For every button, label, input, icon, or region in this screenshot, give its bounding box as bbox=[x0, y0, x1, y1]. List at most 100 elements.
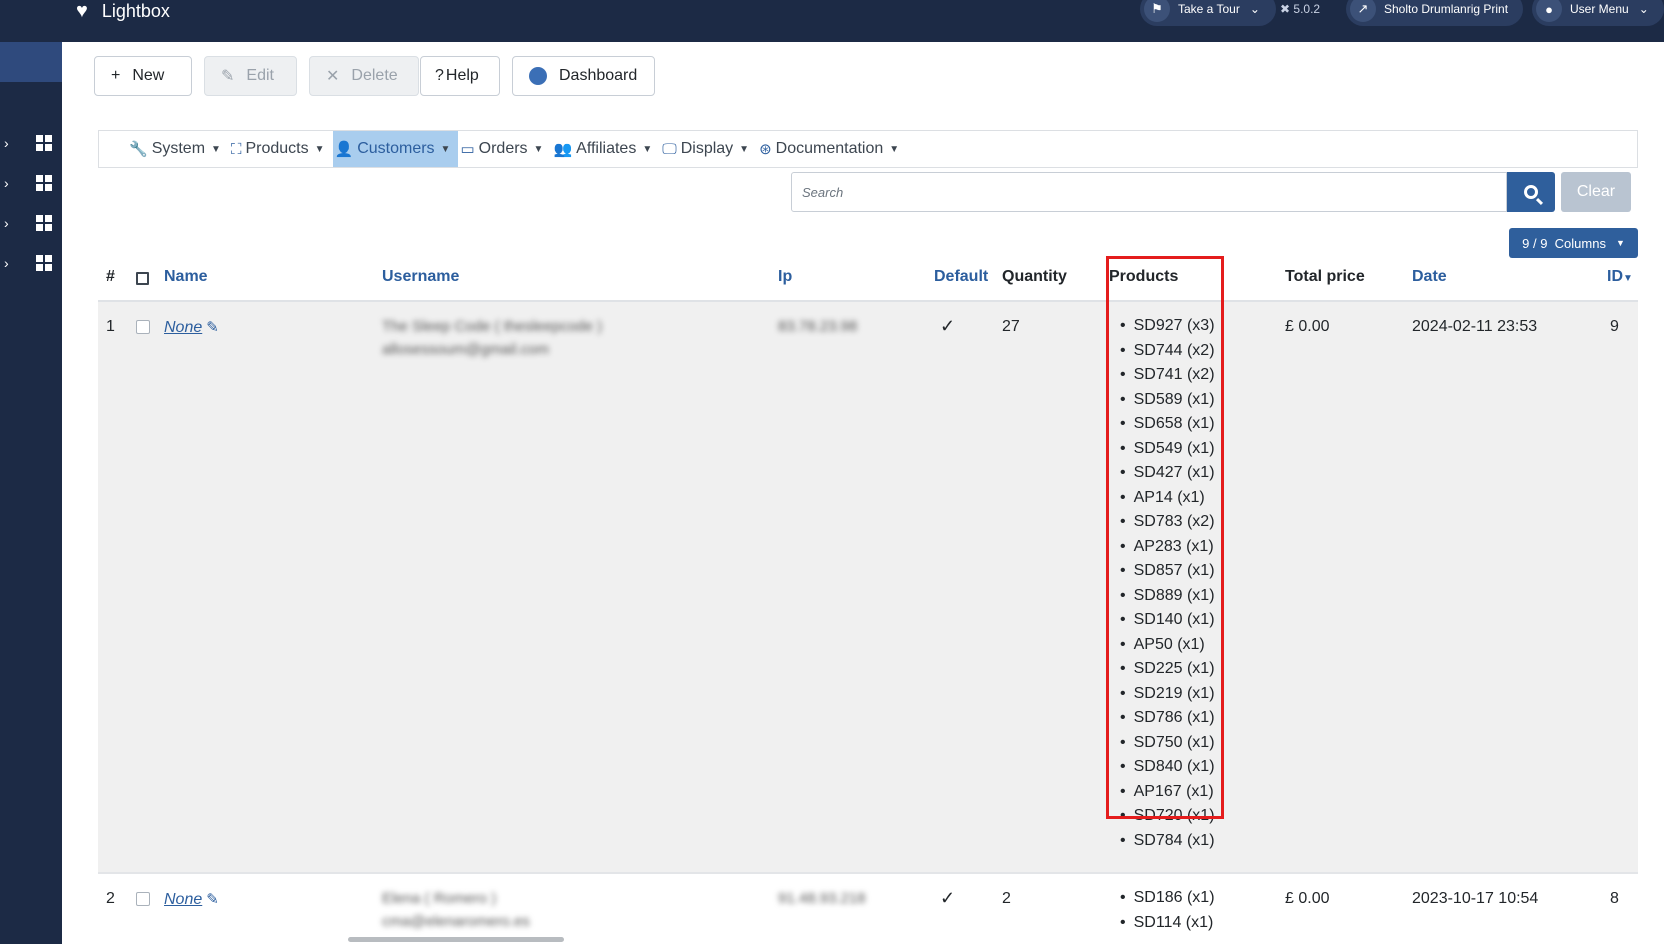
pencil-icon[interactable]: ✎ bbox=[206, 891, 219, 908]
signpost-icon: ⚑ bbox=[1144, 0, 1170, 22]
col-header-username[interactable]: Username bbox=[382, 268, 459, 286]
dashboard-grid-icon bbox=[36, 215, 52, 231]
user-circle-icon: ● bbox=[1536, 0, 1562, 22]
times-icon: ✕ bbox=[326, 68, 340, 85]
row-total-price: £ 0.00 bbox=[1285, 890, 1330, 907]
row-ip: 91.48.93.218 bbox=[778, 890, 866, 907]
row-total-price: £ 0.00 bbox=[1285, 318, 1330, 335]
chevron-right-icon: › bbox=[4, 215, 9, 231]
col-header-name[interactable]: Name bbox=[164, 268, 208, 286]
menu-orders-label: Orders bbox=[478, 140, 528, 157]
caret-down-icon: ▼ bbox=[314, 143, 325, 155]
site-link-button[interactable]: ↗ Sholto Drumlanrig Print bbox=[1346, 0, 1523, 26]
help-button[interactable]: ? Help bbox=[420, 56, 500, 96]
select-all-checkbox[interactable] bbox=[136, 272, 149, 285]
row-checkbox[interactable] bbox=[136, 892, 150, 906]
chevron-right-icon: › bbox=[4, 255, 9, 271]
users-icon: 👥 bbox=[553, 141, 573, 158]
take-a-tour-label: Take a Tour bbox=[1178, 2, 1240, 16]
menu-system-label: System bbox=[151, 140, 206, 157]
dashboard-label: Dashboard bbox=[559, 67, 638, 84]
col-header-ip[interactable]: Ip bbox=[778, 268, 792, 286]
cubes-icon: ⛶ bbox=[230, 140, 242, 158]
sidebar-item[interactable]: › bbox=[0, 248, 62, 278]
col-header-id[interactable]: ID▼ bbox=[1607, 268, 1633, 286]
col-header-date[interactable]: Date bbox=[1412, 268, 1447, 286]
take-a-tour-button[interactable]: ⚑ Take a Tour ⌄ bbox=[1140, 0, 1276, 26]
sort-desc-icon: ▼ bbox=[1623, 273, 1633, 284]
pencil-icon[interactable]: ✎ bbox=[206, 319, 219, 336]
new-button[interactable]: + New bbox=[94, 56, 192, 96]
user-menu-button[interactable]: ● User Menu ⌄ bbox=[1532, 0, 1664, 26]
menu-customers[interactable]: 👤 Customers ▼ bbox=[332, 131, 459, 167]
columns-button[interactable]: 9 / 9 Columns ▼ bbox=[1509, 228, 1638, 258]
menu-affiliates[interactable]: 👥 Affiliates ▼ bbox=[551, 131, 660, 167]
row-name[interactable]: None ✎ bbox=[164, 318, 219, 337]
edit-button[interactable]: ✎ Edit bbox=[204, 56, 297, 96]
new-label: New bbox=[132, 67, 165, 84]
horizontal-scrollbar[interactable] bbox=[348, 937, 564, 942]
search-placeholder: Search bbox=[802, 184, 844, 200]
menu-affiliates-label: Affiliates bbox=[576, 140, 637, 157]
menu-display-label: Display bbox=[680, 140, 734, 157]
default-check-icon: ✓ bbox=[940, 316, 956, 336]
chevron-right-icon: › bbox=[4, 175, 9, 191]
row-checkbox[interactable] bbox=[136, 320, 150, 334]
delete-label: Delete bbox=[351, 67, 398, 84]
caret-down-icon: ▼ bbox=[739, 143, 750, 155]
dashboard-grid-icon bbox=[36, 135, 52, 151]
sidebar: › › › › bbox=[0, 42, 62, 944]
menu-documentation[interactable]: ⊛ Documentation ▼ bbox=[757, 131, 907, 167]
row-name[interactable]: None ✎ bbox=[164, 890, 219, 909]
menu-customers-label: Customers bbox=[357, 140, 435, 157]
row-username: The Sleep Code ( thesleepcode ) bbox=[382, 318, 603, 335]
col-header-default[interactable]: Default bbox=[934, 268, 988, 286]
row-date: 2024-02-11 23:53 bbox=[1412, 318, 1538, 335]
sidebar-active-item[interactable] bbox=[0, 42, 62, 82]
row-username: Elena ( Romero ) bbox=[382, 890, 497, 907]
menu-system[interactable]: 🔧 System ▼ bbox=[127, 131, 229, 167]
row-email: allosessoum@gmail.com bbox=[382, 341, 549, 358]
menu-products[interactable]: ⛶ Products ▼ bbox=[229, 131, 333, 167]
search-button[interactable] bbox=[1507, 172, 1555, 212]
col-header-total-price: Total price bbox=[1285, 268, 1365, 285]
row-quantity: 2 bbox=[1002, 890, 1011, 907]
col-header-num: # bbox=[106, 268, 115, 285]
chevron-right-icon: › bbox=[4, 135, 9, 151]
clear-label: Clear bbox=[1576, 183, 1616, 200]
desktop-icon: 🖵 bbox=[662, 140, 677, 158]
sidebar-item[interactable]: › bbox=[0, 128, 62, 158]
col-header-id-label: ID bbox=[1607, 268, 1623, 285]
component-menu: 🔧 System ▼ ⛶ Products ▼ 👤 Customers ▼ ▭ … bbox=[98, 130, 1638, 168]
row-products-list: SD186 (x1)SD114 (x1) bbox=[1120, 886, 1215, 935]
question-icon: ? bbox=[435, 67, 444, 84]
user-menu-label: User Menu bbox=[1570, 2, 1629, 16]
user-icon: 👤 bbox=[334, 141, 354, 158]
caret-down-icon: ▼ bbox=[211, 143, 221, 155]
sidebar-item[interactable]: › bbox=[0, 168, 62, 198]
clear-button[interactable]: Clear bbox=[1561, 172, 1631, 212]
dashboard-grid-icon bbox=[36, 175, 52, 191]
row-divider bbox=[98, 872, 1638, 874]
table-row bbox=[98, 302, 1638, 872]
menu-orders[interactable]: ▭ Orders ▼ bbox=[458, 131, 551, 167]
brand[interactable]: ♥ Lightbox bbox=[76, 0, 170, 22]
menu-products-label: Products bbox=[245, 140, 309, 157]
joomla-icon: ✖ bbox=[1280, 2, 1291, 16]
row-name-link[interactable]: None bbox=[164, 319, 202, 336]
products-highlight-box bbox=[1106, 256, 1224, 819]
menu-display[interactable]: 🖵 Display ▼ bbox=[660, 131, 757, 167]
row-date: 2023-10-17 10:54 bbox=[1412, 890, 1539, 907]
edit-label: Edit bbox=[246, 67, 274, 84]
delete-button[interactable]: ✕ Delete bbox=[309, 56, 419, 96]
sidebar-item[interactable]: › bbox=[0, 208, 62, 238]
chevron-down-icon: ⌄ bbox=[1638, 2, 1649, 16]
plus-icon: + bbox=[111, 67, 121, 84]
row-name-link[interactable]: None bbox=[164, 891, 202, 908]
dashboard-button[interactable]: Dashboard bbox=[512, 56, 655, 96]
external-link-icon: ↗ bbox=[1350, 0, 1376, 22]
search-input[interactable]: Search bbox=[791, 172, 1507, 212]
version-info: ✖ 5.0.2 bbox=[1280, 2, 1320, 16]
life-ring-icon: ⊛ bbox=[759, 141, 772, 158]
col-header-quantity: Quantity bbox=[1002, 268, 1067, 285]
